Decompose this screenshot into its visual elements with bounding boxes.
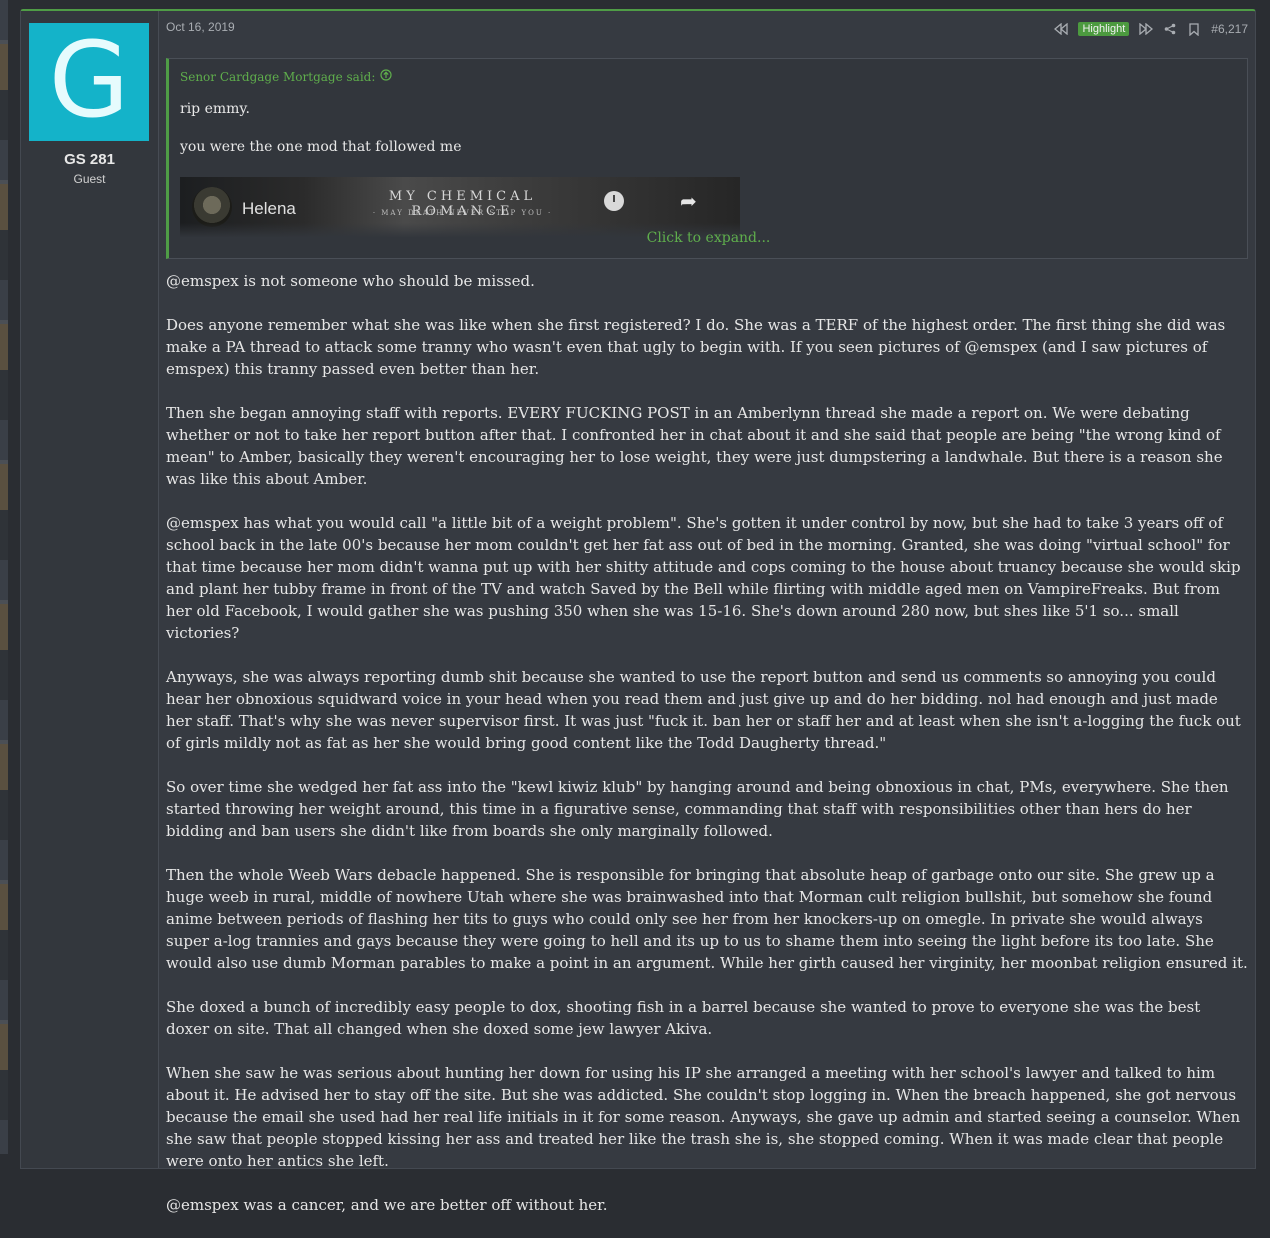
post-paragraph: @emspex was a cancer, and we are better … <box>166 1196 608 1214</box>
post-paragraph: She doxed a bunch of incredibly easy peo… <box>166 998 1201 1038</box>
post-paragraph: @emspex has what you would call "a littl… <box>166 514 1241 642</box>
video-title: Helena <box>242 199 296 218</box>
username[interactable]: GS 281 <box>21 151 158 168</box>
share-arrow-icon[interactable]: ➦ <box>680 189 697 213</box>
post-paragraph: Then the whole Weeb Wars debacle happene… <box>166 866 1248 972</box>
post-number[interactable]: #6,217 <box>1211 22 1248 36</box>
share-icon[interactable] <box>1163 22 1177 36</box>
post-paragraph: Then she began annoying staff with repor… <box>166 404 1223 488</box>
video-subtitle: · MAY DEATH NEVER STOP YOU · <box>372 209 553 217</box>
quote-block: Senor Cardgage Mortgage said: rip emmy. … <box>166 58 1248 259</box>
quote-text-line: rip emmy. <box>180 101 250 117</box>
post-paragraph: @emspex is not someone who should be mis… <box>166 272 535 290</box>
rewind-icon[interactable] <box>1054 22 1069 36</box>
left-edge-strip <box>0 0 8 1154</box>
fast-forward-icon[interactable] <box>1139 22 1154 36</box>
quote-header[interactable]: Senor Cardgage Mortgage said: <box>180 69 393 84</box>
quote-author: Senor Cardgage Mortgage said: <box>180 69 376 84</box>
user-title: Guest <box>73 172 106 186</box>
post-date[interactable]: Oct 16, 2019 <box>166 20 235 34</box>
post-paragraph: When she saw he was serious about huntin… <box>166 1064 1241 1170</box>
video-embed[interactable]: Helena MY CHEMICAL ROMANCE · MAY DEATH N… <box>180 177 740 237</box>
user-info: G GS 281 Guest <box>21 11 159 1168</box>
avatar[interactable]: G <box>29 23 149 141</box>
post-paragraph: So over time she wedged her fat ass into… <box>166 778 1229 840</box>
quote-text-line: you were the one mod that followed me <box>180 139 462 155</box>
bookmark-icon[interactable] <box>1187 22 1201 36</box>
highlight-button[interactable]: Highlight <box>1078 22 1130 36</box>
post-body: @emspex is not someone who should be mis… <box>166 270 1248 1238</box>
post-paragraph: Does anyone remember what she was like w… <box>166 316 1226 378</box>
click-to-expand-link[interactable]: Click to expand... <box>169 230 1247 246</box>
clock-icon[interactable] <box>604 191 624 211</box>
post-paragraph: Anyways, she was always reporting dumb s… <box>166 668 1241 752</box>
arrow-up-circle-icon[interactable] <box>380 69 393 84</box>
avatar-letter: G <box>48 19 130 141</box>
post-actions: Highlight #6,217 <box>1054 20 1248 38</box>
channel-thumbnail <box>192 187 232 227</box>
forum-post: G GS 281 Guest Oct 16, 2019 Highlight #6… <box>20 9 1256 1214</box>
